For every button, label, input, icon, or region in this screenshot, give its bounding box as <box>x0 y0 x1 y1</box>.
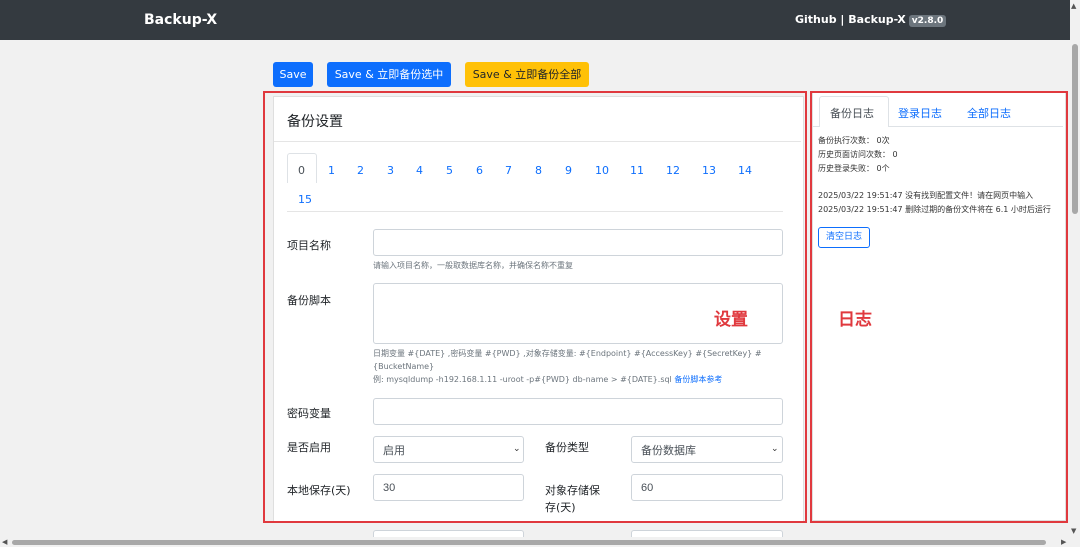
brand-logo[interactable]: Backup-X <box>144 12 217 28</box>
vertical-scrollbar-thumb[interactable] <box>1072 44 1078 214</box>
horizontal-scrollbar-thumb[interactable] <box>12 540 1046 545</box>
scroll-right-arrow-icon[interactable]: ▶ <box>1061 538 1066 546</box>
github-link-label[interactable]: Github | Backup-X <box>795 13 906 26</box>
scroll-left-arrow-icon[interactable]: ◀ <box>2 538 7 546</box>
scroll-down-arrow-icon[interactable]: ▼ <box>1071 527 1076 535</box>
save-backup-selected-button[interactable]: Save & 立即备份选中 <box>327 62 451 87</box>
logs-annotation-label: 日志 <box>838 310 872 330</box>
scroll-up-arrow-icon[interactable]: ▲ <box>1071 2 1076 10</box>
github-link[interactable]: Github | Backup-X v2.8.0 <box>795 13 947 27</box>
save-backup-all-button[interactable]: Save & 立即备份全部 <box>465 62 589 87</box>
version-badge: v2.8.0 <box>908 15 947 27</box>
settings-annotation-label: 设置 <box>714 310 748 330</box>
save-button[interactable]: Save <box>273 62 313 87</box>
